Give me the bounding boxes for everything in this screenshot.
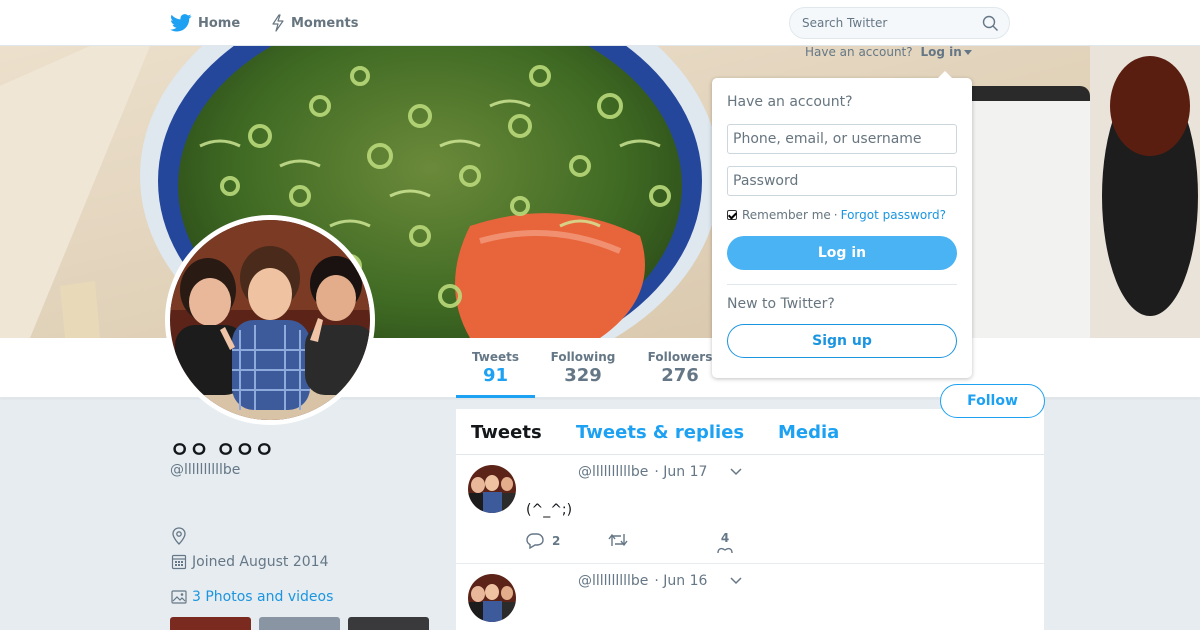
photos-videos-label: 3 Photos and videos	[192, 589, 334, 605]
stat-followers[interactable]: Followers 276	[643, 338, 717, 398]
login-top-label: Log in	[920, 45, 962, 59]
search-icon[interactable]	[982, 15, 999, 32]
like-action[interactable]: 4	[716, 531, 734, 553]
dropdown-arrow	[938, 71, 952, 78]
remember-row: Remember me · Forgot password?	[727, 208, 946, 222]
nav-moments-label: Moments	[291, 15, 359, 31]
avatar-image	[170, 220, 370, 420]
panel-divider	[727, 284, 957, 285]
tweet[interactable]: @llllllllllbe · Jun 16	[456, 564, 1044, 630]
stat-tweets-label: Tweets	[471, 350, 520, 364]
profile-handle: @llllllllllbe	[170, 462, 241, 478]
chevron-down-icon[interactable]	[730, 577, 742, 585]
tweet-header: @llllllllllbe · Jun 16	[578, 573, 707, 589]
tweet-date[interactable]: · Jun 17	[654, 464, 707, 480]
stat-followers-label: Followers	[647, 350, 713, 364]
search-input[interactable]: Search Twitter	[789, 7, 1010, 39]
login-dropdown-toggle[interactable]: Log in	[920, 45, 972, 59]
profile-avatar[interactable]	[165, 215, 375, 425]
media-thumbnails	[170, 617, 429, 630]
retweet-icon	[608, 533, 628, 547]
remember-label: Remember me	[742, 208, 831, 222]
stat-tweets[interactable]: Tweets 91	[456, 338, 535, 398]
image-icon	[171, 590, 187, 604]
stat-following-label: Following	[550, 350, 616, 364]
calendar-icon	[171, 554, 187, 570]
media-thumbnail[interactable]	[259, 617, 340, 630]
nav-home-label: Home	[198, 15, 241, 31]
media-thumbnail[interactable]	[348, 617, 429, 630]
reply-icon	[526, 533, 544, 549]
remember-checkbox[interactable]	[727, 210, 737, 220]
tab-media[interactable]: Media	[778, 422, 839, 443]
new-to-twitter-heading: New to Twitter?	[727, 296, 835, 312]
profile-name: ㅇㅇ ㅇㅇㅇ	[170, 438, 274, 462]
chevron-down-icon[interactable]	[730, 468, 742, 476]
photos-videos-link[interactable]: 3 Photos and videos	[171, 589, 333, 605]
reply-action[interactable]: 2	[526, 533, 560, 549]
stat-following[interactable]: Following 329	[545, 338, 621, 398]
reply-count: 2	[552, 534, 561, 548]
joined-date: Joined August 2014	[171, 553, 328, 570]
tweet-header: @llllllllllbe · Jun 17	[578, 464, 707, 480]
caret-down-icon	[963, 50, 972, 55]
tweet-handle[interactable]: @llllllllllbe	[578, 464, 648, 480]
have-account-text: Have an account?	[805, 45, 913, 59]
login-heading: Have an account?	[727, 94, 853, 110]
location-icon	[172, 527, 186, 545]
search-placeholder: Search Twitter	[802, 16, 888, 30]
signup-button[interactable]: Sign up	[727, 324, 957, 358]
forgot-password-link[interactable]: Forgot password?	[841, 208, 946, 222]
tweet[interactable]: @llllllllllbe · Jun 17 (^_^;) 2 4	[456, 455, 1044, 564]
top-nav: Home Moments Search Twitter	[0, 0, 1200, 46]
tweet-text: (^_^;)	[526, 502, 573, 518]
tab-tweets[interactable]: Tweets	[471, 422, 542, 443]
joined-text: Joined August 2014	[192, 553, 329, 570]
tab-tweets-replies[interactable]: Tweets & replies	[576, 422, 744, 443]
heart-icon	[717, 547, 733, 553]
tweet-actions: 2 4	[526, 531, 826, 555]
tweet-avatar[interactable]	[468, 465, 516, 513]
username-field[interactable]: Phone, email, or username	[727, 124, 957, 154]
tweet-handle[interactable]: @llllllllllbe	[578, 573, 648, 589]
separator-dot: ·	[833, 208, 838, 222]
stat-followers-value: 276	[661, 365, 699, 386]
like-count: 4	[720, 531, 730, 545]
password-field[interactable]: Password	[727, 166, 957, 196]
stat-following-value: 329	[564, 365, 602, 386]
stat-tweets-value: 91	[482, 365, 509, 386]
media-thumbnail[interactable]	[170, 617, 251, 630]
nav-moments[interactable]: Moments	[271, 0, 358, 46]
twitter-bird-icon	[170, 14, 192, 32]
login-button[interactable]: Log in	[727, 236, 957, 270]
tweet-date[interactable]: · Jun 16	[654, 573, 707, 589]
login-dropdown: Have an account? Phone, email, or userna…	[712, 71, 972, 378]
follow-button[interactable]: Follow	[940, 384, 1045, 418]
have-account-prompt: Have an account? Log in	[805, 45, 972, 59]
retweet-action[interactable]	[608, 533, 636, 547]
timeline: Tweets Tweets & replies Media @lllllllll…	[456, 409, 1044, 630]
tweet-avatar[interactable]	[468, 574, 516, 622]
nav-home[interactable]: Home	[170, 0, 240, 46]
lightning-icon	[272, 14, 284, 32]
